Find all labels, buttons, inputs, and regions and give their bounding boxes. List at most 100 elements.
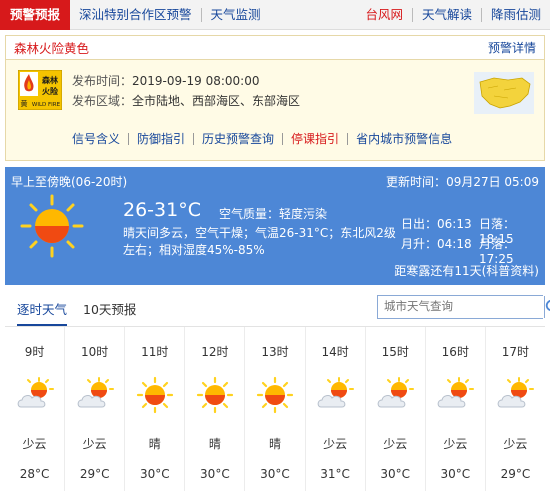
hour-weather: 晴	[148, 437, 161, 451]
hourly-item: 11时晴 30°C	[125, 327, 186, 491]
update-time-value: 09月27日 05:09	[446, 175, 539, 189]
hour-weather: 少云	[503, 437, 528, 451]
hourly-forecast-list: 9时少云 28°C 10时少云 29°C 11时晴 30°C 12时晴 30°C 13时晴 30°…	[5, 327, 545, 491]
solar-term-countdown-link[interactable]: 距寒露还有11天(科普资料)	[394, 262, 539, 279]
partly-cloudy-icon	[377, 377, 415, 408]
hour-time: 9时	[24, 345, 45, 359]
top-nav: 预警预报 深汕特别合作区预警 天气监测 台风网 天气解读 降雨估测	[0, 0, 550, 30]
today-description: 晴天间多云，空气干燥；气温26-31°C；东北风2级左右；相对湿度45%-85%	[123, 226, 396, 257]
link-class-suspension-guide[interactable]: 停课指引	[283, 130, 347, 147]
nav-item-weather-analysis[interactable]: 天气解读	[413, 0, 481, 30]
moonrise-label: 月升：	[401, 237, 438, 251]
sunny-large-icon	[20, 194, 84, 258]
hour-time: 12时	[201, 345, 229, 359]
hourly-item: 15时少云 30°C	[366, 327, 426, 491]
nav-item-rainfall-estimate[interactable]: 降雨估测	[482, 0, 550, 30]
today-forecast-panel: 早上至傍晚(06-20时) 更新时间：09月27日 05:09 26-31°C …	[5, 167, 545, 285]
hour-temperature: 29°C	[500, 467, 531, 481]
tab-hourly[interactable]: 逐时天气	[17, 299, 68, 326]
warning-header: 森林火险黄色 预警详情	[6, 36, 544, 60]
tab-10-day[interactable]: 10天预报	[83, 299, 136, 318]
hour-weather: 晴	[268, 437, 281, 451]
link-province-city-warnings[interactable]: 省内城市预警信息	[348, 130, 460, 147]
air-quality: 空气质量：轻度污染	[219, 205, 327, 222]
moonrise-value: 04:18	[437, 237, 472, 251]
air-quality-label: 空气质量：	[219, 207, 280, 221]
warning-links: 信号含义 防御指引 历史预警查询 停课指引 省内城市预警信息	[72, 130, 460, 147]
moonset-label: 月落：	[479, 237, 516, 251]
sun-icon	[136, 376, 173, 414]
partly-cloudy-icon	[437, 377, 475, 408]
hour-temperature: 28°C	[19, 467, 50, 481]
hourly-item: 13时晴 30°C	[245, 327, 306, 491]
nav-item-typhoon[interactable]: 台风网	[356, 0, 412, 30]
publish-time-label: 发布时间：	[72, 74, 133, 88]
moonrise-row: 月升：04:18	[401, 235, 472, 252]
hour-time: 17时	[501, 345, 530, 359]
hour-time: 10时	[81, 345, 109, 359]
nav-item-weather-monitor[interactable]: 天气监测	[202, 0, 270, 30]
hour-temperature: 30°C	[139, 467, 170, 481]
svg-text:黄: 黄	[21, 99, 28, 108]
nav-item-shenshan-warning[interactable]: 深汕特别合作区预警	[70, 0, 201, 30]
forecast-period: 早上至傍晚(06-20时)	[11, 175, 128, 189]
wildfire-yellow-sign-icon: 森林 火险 黄 WILD FIRE	[18, 70, 62, 110]
link-defense-guide[interactable]: 防御指引	[129, 130, 193, 147]
update-time: 更新时间：09月27日 05:09	[386, 173, 539, 190]
hour-time: 15时	[381, 345, 409, 359]
hourly-item: 12时晴 30°C	[185, 327, 246, 491]
sunset-label: 日落：	[479, 217, 516, 231]
nav-tab-warning-forecast[interactable]: 预警预报	[0, 0, 71, 30]
link-signal-meaning[interactable]: 信号含义	[72, 130, 128, 147]
partly-cloudy-icon	[498, 377, 535, 408]
publish-area-value: 全市陆地、西部海区、东部海区	[132, 94, 301, 108]
hour-weather: 晴	[208, 437, 221, 451]
search-button[interactable]	[544, 296, 550, 318]
hour-temperature: 30°C	[380, 467, 411, 481]
hour-time: 13时	[261, 345, 289, 359]
update-time-label: 更新时间：	[386, 175, 447, 189]
svg-text:森林: 森林	[42, 75, 58, 85]
city-search	[377, 295, 550, 319]
city-search-input[interactable]	[378, 296, 544, 318]
link-history-query[interactable]: 历史预警查询	[194, 130, 282, 147]
hourly-item: 10时少云 29°C	[65, 327, 126, 491]
publish-time-row: 发布时间：2019-09-19 08:00:00	[72, 72, 259, 89]
air-quality-value: 轻度污染	[279, 207, 328, 221]
hour-weather: 少云	[443, 437, 468, 451]
search-icon	[545, 300, 550, 311]
hour-time: 11时	[141, 345, 169, 359]
svg-text:WILD FIRE: WILD FIRE	[32, 102, 61, 108]
partly-cloudy-icon	[317, 377, 355, 408]
hourly-item: 14时 少云 31°C	[306, 327, 366, 491]
hourly-item: 9时少云 28°C	[5, 327, 66, 491]
partly-cloudy-icon	[77, 377, 114, 408]
hour-time: 14时	[321, 345, 349, 359]
warning-title: 森林火险黄色	[14, 41, 90, 56]
warning-body: 森林 火险 黄 WILD FIRE 发布时间：2019-09-19 08:00:…	[6, 60, 544, 160]
hour-temperature: 29°C	[79, 467, 110, 481]
warning-panel: 森林火险黄色 预警详情 森林 火险 黄 WILD FIRE 发布时间：2019-…	[5, 35, 545, 161]
hourly-item: 17时少云 29°C	[486, 327, 545, 491]
partly-cloudy-icon	[17, 377, 54, 408]
hourly-item: 16时少云 30°C	[426, 327, 486, 491]
hour-weather: 少云	[22, 437, 47, 451]
hour-weather: 少云	[323, 437, 348, 451]
publish-area-label: 发布区域：	[72, 94, 133, 108]
hour-temperature: 30°C	[260, 467, 290, 481]
sunrise-value: 06:13	[437, 217, 472, 231]
forecast-tabs: 逐时天气 10天预报	[5, 285, 550, 327]
sun-icon	[256, 376, 294, 414]
sun-icon	[196, 376, 233, 414]
today-temperature: 26-31°C	[123, 199, 201, 221]
warning-area-map-thumbnail[interactable]	[474, 72, 534, 114]
hour-weather: 少云	[82, 437, 107, 451]
svg-text:火险: 火险	[42, 86, 59, 96]
sunrise-label: 日出：	[401, 217, 438, 231]
publish-area-row: 发布区域：全市陆地、西部海区、东部海区	[72, 92, 300, 109]
hour-temperature: 30°C	[440, 467, 471, 481]
warning-detail-link[interactable]: 预警详情	[488, 39, 536, 56]
hour-weather: 少云	[383, 437, 408, 451]
publish-time-value: 2019-09-19 08:00:00	[132, 74, 260, 88]
hour-time: 16时	[441, 345, 469, 359]
